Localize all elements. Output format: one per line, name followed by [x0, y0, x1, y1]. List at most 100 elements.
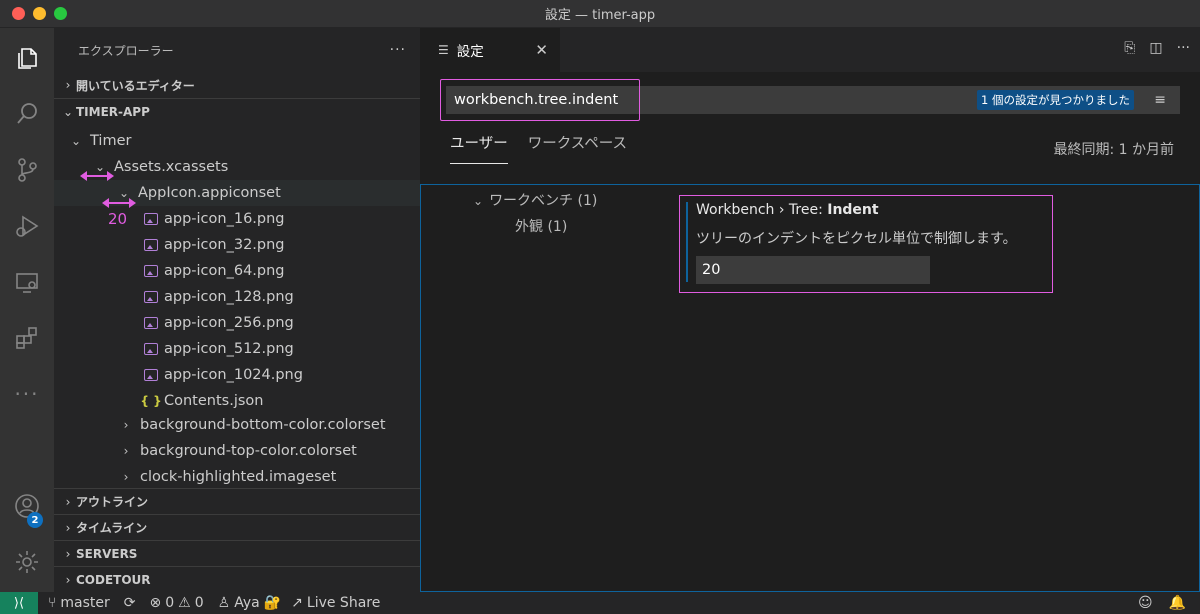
more-actions-icon[interactable]: ··· [1177, 40, 1190, 56]
settings-body: ⌄ ワークベンチ (1) 外観 (1) Workbench › Tree: Ind… [420, 184, 1200, 592]
tree-item-file[interactable]: app-icon_256.png [54, 310, 420, 336]
tree-item-label: app-icon_128.png [164, 288, 294, 305]
live-share-status[interactable]: ↗ Live Share [291, 595, 380, 611]
outline-section[interactable]: › アウトライン [54, 488, 420, 514]
project-section[interactable]: ⌄ TIMER-APP [54, 98, 420, 124]
tree-item-file[interactable]: app-icon_1024.png [54, 362, 420, 388]
warning-count: 0 [194, 595, 204, 611]
sidebar-more-icon[interactable]: ··· [390, 42, 406, 58]
sync-status[interactable]: ⟳ [124, 595, 136, 611]
run-debug-icon[interactable] [0, 202, 54, 250]
window-controls [12, 7, 67, 20]
settings-search: workbench.tree.indent 1 個の設定が見つかりました ≡ [440, 79, 1180, 121]
servers-section[interactable]: › SERVERS [54, 540, 420, 566]
tab-user[interactable]: ユーザー [450, 132, 508, 164]
tree-item-folder[interactable]: › background-bottom-color.colorset [54, 412, 420, 438]
error-icon: ⊗ [149, 595, 162, 611]
chevron-right-icon: › [123, 417, 129, 432]
search-annotation-box [440, 79, 640, 121]
open-editors-section[interactable]: › 開いているエディター [54, 72, 420, 98]
settings-gear-icon[interactable] [0, 538, 54, 586]
remote-explorer-icon[interactable] [0, 258, 54, 306]
tree-item-label: app-icon_64.png [164, 262, 285, 279]
problems-status[interactable]: ⊗ 0 ⚠ 0 [150, 595, 204, 611]
notifications-bell-icon[interactable]: 🔔 [1169, 595, 1186, 611]
account-status[interactable]: ♙ Aya 🔐 [218, 595, 282, 611]
tab-workspace[interactable]: ワークスペース [528, 132, 627, 164]
tree-item-file[interactable]: { } Contents.json [54, 388, 420, 414]
settings-list-icon: ☰ [438, 43, 449, 57]
image-file-icon [140, 368, 162, 381]
setting-item-tree-indent: Workbench › Tree: Indent ツリーのインデントをピクセル単… [679, 195, 1053, 293]
window-title: 設定 — timer-app [544, 8, 656, 23]
tree-item-file[interactable]: app-icon_512.png [54, 336, 420, 362]
indent-annotation-arrow [102, 198, 136, 208]
chevron-right-icon: › [65, 546, 71, 561]
chevron-down-icon: ⌄ [62, 104, 74, 119]
status-right: ☺ 🔔 [1138, 595, 1186, 611]
setting-description: ツリーのインデントをピクセル単位で制御します。 [696, 231, 1017, 247]
open-settings-json-icon[interactable]: ⎘ [1124, 40, 1135, 56]
indent-annotation-arrow [80, 171, 114, 181]
tree-item-label: Contents.json [164, 392, 264, 409]
tree-item-label: background-top-color.colorset [140, 442, 357, 459]
tree-item-label: background-bottom-color.colorset [140, 416, 386, 433]
tree-item-folder[interactable]: › clock-highlighted.imageset [54, 464, 420, 490]
close-window-button[interactable] [12, 7, 25, 20]
chevron-right-icon: › [123, 469, 129, 484]
remote-indicator-icon[interactable]: ⟩⟨ [0, 592, 38, 614]
chevron-right-icon: › [65, 572, 71, 587]
timeline-label: タイムライン [76, 521, 148, 535]
toc-item-workbench[interactable]: ⌄ ワークベンチ (1) [473, 190, 597, 210]
account-badge: 2 [27, 512, 43, 528]
feedback-icon[interactable]: ☺ [1138, 595, 1153, 611]
split-editor-icon[interactable]: ◫ [1149, 40, 1162, 56]
lock-icon: 🔐 [263, 595, 282, 611]
minimize-window-button[interactable] [33, 7, 46, 20]
tree-item-file[interactable]: app-icon_128.png [54, 284, 420, 310]
filter-icon[interactable]: ≡ [1154, 92, 1166, 108]
branch-status[interactable]: ⑂ master [48, 595, 110, 611]
indent-annotation-value: 20 [108, 210, 128, 228]
tree-item-label: app-icon_512.png [164, 340, 294, 357]
sync-icon: ⟳ [123, 595, 136, 611]
branch-name: master [60, 595, 110, 611]
image-file-icon [140, 264, 162, 277]
toc-label: ワークベンチ (1) [489, 193, 598, 209]
git-branch-icon: ⑂ [48, 595, 57, 611]
sidebar-title: エクスプローラー [78, 43, 174, 58]
toc-item-appearance[interactable]: 外観 (1) [515, 216, 567, 236]
extensions-icon[interactable] [0, 314, 54, 362]
error-count: 0 [165, 595, 175, 611]
setting-title: Workbench › Tree: Indent [696, 202, 879, 218]
codetour-section[interactable]: › CODETOUR [54, 566, 420, 592]
more-icon[interactable]: ··· [0, 370, 54, 418]
image-file-icon [140, 342, 162, 355]
tree-item-file[interactable]: app-icon_32.png [54, 232, 420, 258]
setting-value: 20 [702, 262, 721, 278]
tree-item-folder[interactable]: › background-top-color.colorset [54, 438, 420, 464]
chevron-right-icon: › [65, 520, 71, 535]
results-count-badge: 1 個の設定が見つかりました [977, 90, 1134, 110]
last-sync-status: 最終同期: 1 か月前 [1053, 142, 1174, 158]
search-icon[interactable] [0, 90, 54, 138]
source-control-icon[interactable] [0, 146, 54, 194]
tree-indent-input[interactable]: 20 [696, 256, 930, 284]
tree-item-file[interactable]: app-icon_64.png [54, 258, 420, 284]
project-label: TIMER-APP [76, 104, 150, 119]
outline-label: アウトライン [76, 495, 149, 509]
account-icon[interactable]: 2 [0, 482, 54, 530]
tree-item-label: app-icon_256.png [164, 314, 294, 331]
files-icon[interactable] [0, 34, 54, 82]
close-icon[interactable]: ✕ [535, 41, 548, 59]
chevron-right-icon: › [65, 78, 71, 92]
timeline-section[interactable]: › タイムライン [54, 514, 420, 540]
image-file-icon [140, 316, 162, 329]
tab-settings[interactable]: ☰ 設定 ✕ [420, 28, 560, 72]
chevron-down-icon: ⌄ [473, 194, 484, 208]
status-bar: ⟩⟨ ⑂ master ⟳ ⊗ 0 ⚠ 0 ♙ Aya 🔐 ↗ Live Sha… [0, 592, 1200, 614]
maximize-window-button[interactable] [54, 7, 67, 20]
tree-item-timer[interactable]: ⌄ Timer [54, 128, 420, 154]
person-icon: ♙ [217, 595, 231, 611]
chevron-down-icon: ⌄ [70, 133, 82, 148]
